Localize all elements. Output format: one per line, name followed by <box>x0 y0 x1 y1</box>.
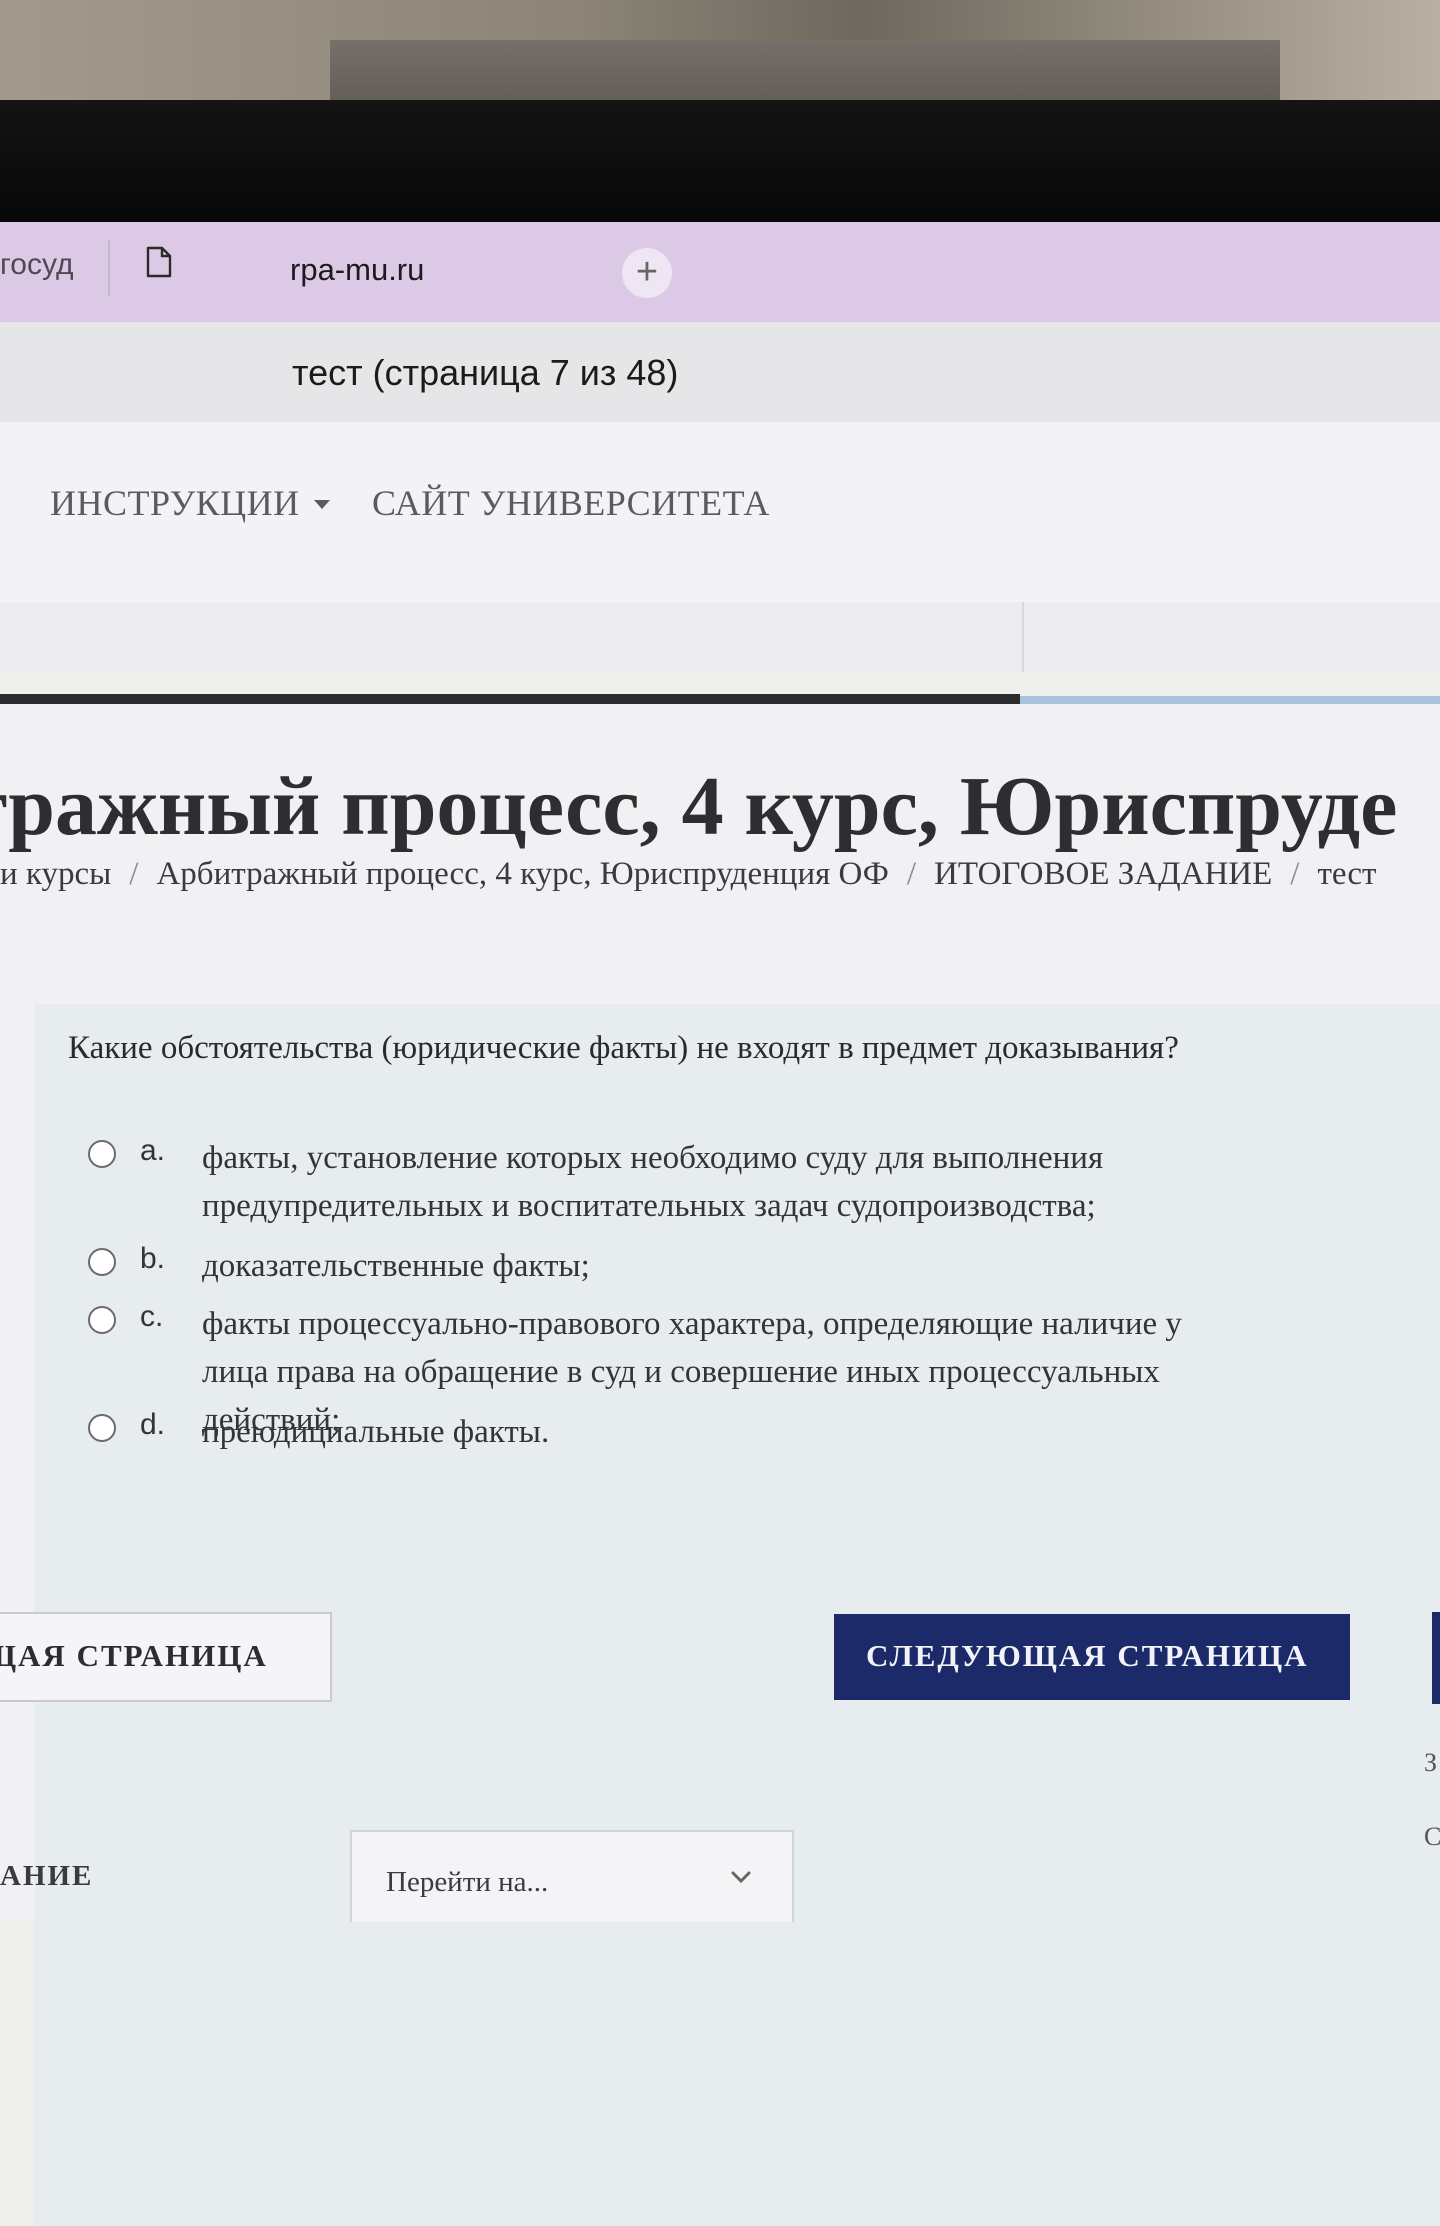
question-text: Какие обстоятельства (юридические факты)… <box>68 1030 1179 1066</box>
jump-to-select[interactable]: Перейти на... <box>350 1830 794 1922</box>
previous-page-button[interactable]: ЩАЯ СТРАНИЦА <box>0 1612 332 1702</box>
nav-instructions[interactable]: ИНСТРУКЦИИ <box>50 482 300 524</box>
radio-button[interactable] <box>88 1414 116 1442</box>
breadcrumb-separator: / <box>906 856 917 892</box>
monitor-bezel <box>0 100 1440 226</box>
footer-activity-link[interactable]: АНИЕ <box>0 1860 93 1893</box>
radio-button[interactable] <box>88 1306 116 1334</box>
answer-letter: b. <box>140 1242 166 1275</box>
answer-letter: a. <box>140 1134 166 1167</box>
page-title-bar: тест (страница 7 из 48) <box>0 322 1440 422</box>
next-page-button[interactable]: СЛЕДУЮЩАЯ СТРАНИЦА <box>834 1614 1350 1700</box>
nav-divider <box>1022 602 1024 672</box>
nav-university-site[interactable]: САЙТ УНИВЕРСИТЕТА <box>372 482 770 524</box>
site-navbar: ИНСТРУКЦИИ САЙТ УНИВЕРСИТЕТА <box>0 422 1440 602</box>
breadcrumb-item-course[interactable]: Арбитражный процесс, 4 курс, Юриспруденц… <box>156 856 888 892</box>
page-title: тест (страница 7 из 48) <box>292 352 679 393</box>
edge-text: З <box>1424 1748 1438 1777</box>
previous-tab-label[interactable]: госуд <box>0 248 73 282</box>
chevron-down-icon <box>731 1871 751 1884</box>
answer-letter: c. <box>140 1300 164 1333</box>
radio-button[interactable] <box>88 1248 116 1276</box>
breadcrumb-separator: / <box>129 856 139 892</box>
active-tab-title[interactable]: rpa-mu.ru <box>290 252 424 288</box>
chevron-down-icon[interactable] <box>314 500 330 509</box>
tab-separator <box>108 240 110 296</box>
secondary-nav-strip <box>0 602 1440 672</box>
edge-panel <box>1432 1612 1440 1704</box>
breadcrumb-item-courses[interactable]: и курсы <box>0 856 111 892</box>
jump-to-value: Перейти на... <box>386 1866 549 1898</box>
course-title: тражный процесс, 4 курс, Юриспруде <box>0 760 1398 853</box>
breadcrumb-item-test[interactable]: тест <box>1317 856 1376 892</box>
answer-text[interactable]: факты, установление которых необходимо с… <box>202 1134 1252 1230</box>
next-page-label: СЛЕДУЮЩАЯ СТРАНИЦА <box>866 1638 1309 1673</box>
new-tab-button[interactable]: + <box>622 248 672 298</box>
breadcrumb-item-final-task[interactable]: ИТОГОВОЕ ЗАДАНИЕ <box>934 856 1272 892</box>
radio-button[interactable] <box>88 1140 116 1168</box>
document-icon <box>146 246 172 278</box>
answer-letter: d. <box>140 1408 166 1441</box>
progress-bar-fill <box>0 694 1020 704</box>
progress-bar-track <box>1020 696 1440 704</box>
breadcrumb: и курсы / Арбитражный процесс, 4 курс, Юри… <box>0 856 1376 893</box>
answer-text[interactable]: доказательственные факты; <box>202 1242 1252 1290</box>
answer-text[interactable]: преюдициальные факты. <box>202 1408 1252 1456</box>
breadcrumb-separator: / <box>1290 856 1300 892</box>
previous-page-label: ЩАЯ СТРАНИЦА <box>0 1638 268 1673</box>
edge-text: С <box>1424 1822 1440 1851</box>
